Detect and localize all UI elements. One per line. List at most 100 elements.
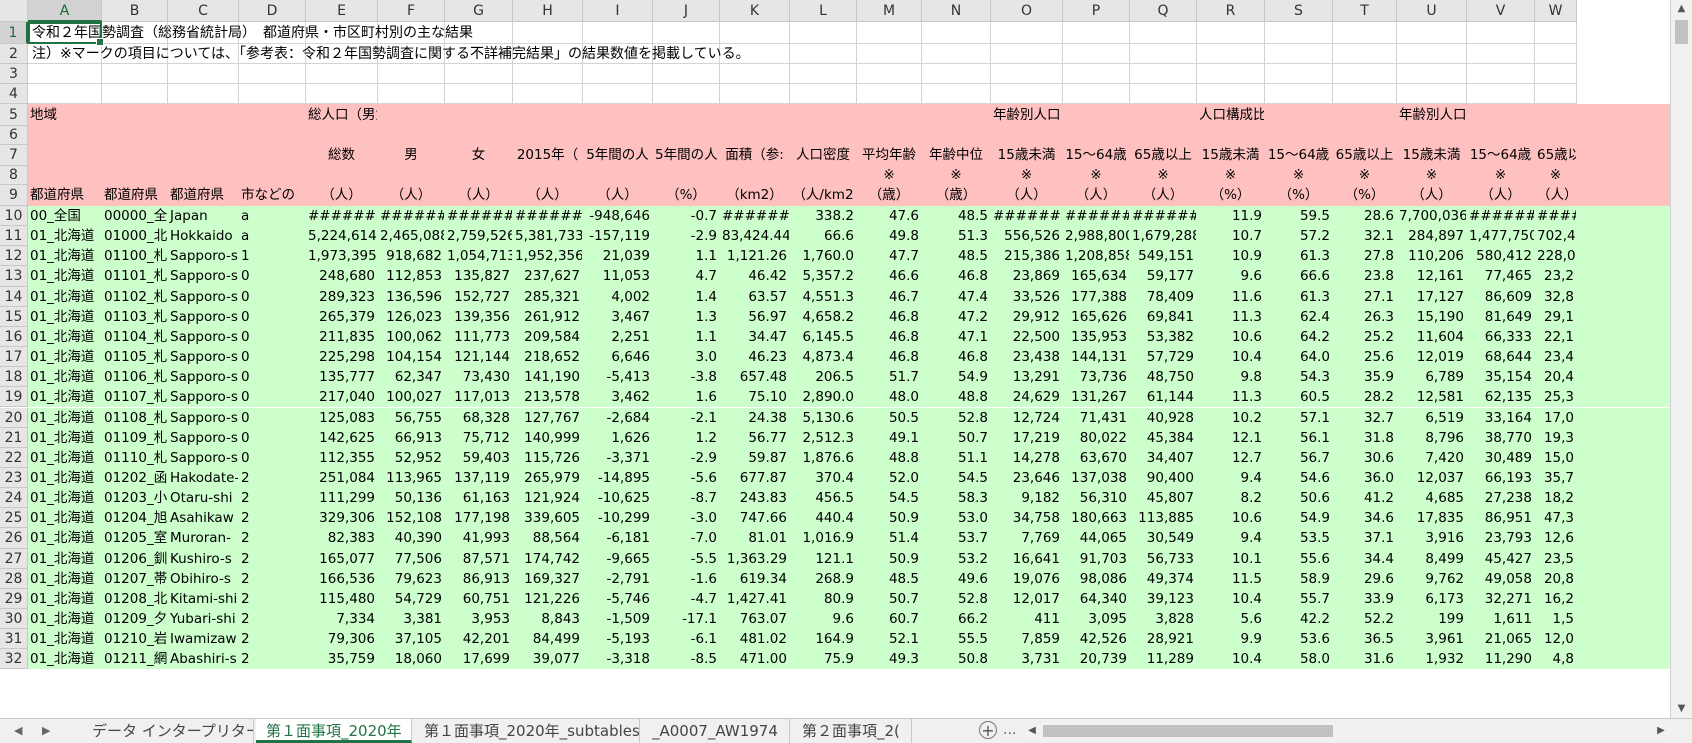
- cell-c28[interactable]: Obihiro-s: [168, 569, 239, 589]
- cell-h6[interactable]: [513, 126, 583, 145]
- cell-e24[interactable]: 111,299: [306, 488, 378, 508]
- cell-q5[interactable]: [1130, 104, 1197, 126]
- cell-q1[interactable]: [1130, 22, 1197, 44]
- cell-k14[interactable]: 63.57: [720, 287, 790, 307]
- cell-h9[interactable]: （人）: [513, 185, 583, 206]
- cell-n2[interactable]: [922, 44, 991, 64]
- row-header-18[interactable]: 18: [0, 367, 28, 388]
- cell-b4[interactable]: [102, 84, 168, 104]
- cell-l15[interactable]: 4,658.2: [790, 307, 857, 327]
- cell-t5[interactable]: [1333, 104, 1397, 126]
- cell-b13[interactable]: 01101_札: [102, 266, 168, 286]
- cell-n28[interactable]: 49.6: [922, 569, 991, 589]
- cell-l22[interactable]: 1,876.6: [790, 448, 857, 468]
- cell-r5[interactable]: 人口構成比［年齢別］（男女: [1197, 104, 1265, 126]
- cell-c5[interactable]: [168, 104, 239, 126]
- cell-j13[interactable]: 4.7: [653, 266, 720, 286]
- cell-f28[interactable]: 79,623: [378, 569, 445, 589]
- cell-w3[interactable]: [1535, 64, 1577, 84]
- cell-e21[interactable]: 142,625: [306, 428, 378, 448]
- cell-d32[interactable]: 2: [239, 649, 306, 669]
- cell-b26[interactable]: 01205_室: [102, 528, 168, 548]
- cell-p1[interactable]: [1063, 22, 1130, 44]
- cell-a3[interactable]: [28, 64, 102, 84]
- cell-v29[interactable]: 32,271: [1467, 589, 1535, 609]
- cell-j27[interactable]: -5.5: [653, 549, 720, 569]
- sheet-tab-3[interactable]: 第１面事項_2020年_subtables: [414, 719, 640, 743]
- cell-n8[interactable]: ※: [922, 166, 991, 185]
- cell-e20[interactable]: 125,083: [306, 408, 378, 428]
- cell-k19[interactable]: 75.10: [720, 387, 790, 407]
- cell-t22[interactable]: 30.6: [1333, 448, 1397, 468]
- cell-q4[interactable]: [1130, 84, 1197, 104]
- cell-a11[interactable]: 01_北海道: [28, 226, 102, 246]
- cell-q26[interactable]: 30,549: [1130, 528, 1197, 548]
- cell-v21[interactable]: 38,770: [1467, 428, 1535, 448]
- cell-s26[interactable]: 53.5: [1265, 528, 1333, 548]
- cell-j6[interactable]: [653, 126, 720, 145]
- row-header-17[interactable]: 17: [0, 347, 28, 368]
- cell-f27[interactable]: 77,506: [378, 549, 445, 569]
- cell-u17[interactable]: 12,019: [1397, 347, 1467, 367]
- cell-q31[interactable]: 28,921: [1130, 629, 1197, 649]
- cell-d10[interactable]: a: [239, 206, 306, 226]
- cell-t32[interactable]: 31.6: [1333, 649, 1397, 669]
- cell-k31[interactable]: 481.02: [720, 629, 790, 649]
- row-header-2[interactable]: 2: [0, 44, 28, 64]
- cell-t26[interactable]: 37.1: [1333, 528, 1397, 548]
- column-header-g[interactable]: G: [445, 0, 513, 22]
- cell-o32[interactable]: 3,731: [991, 649, 1063, 669]
- cell-v20[interactable]: 33,164: [1467, 408, 1535, 428]
- cell-v11[interactable]: 1,477,750: [1467, 226, 1535, 246]
- cell-e15[interactable]: 265,379: [306, 307, 378, 327]
- cell-q12[interactable]: 549,151: [1130, 246, 1197, 266]
- cell-b8[interactable]: [102, 166, 168, 185]
- cell-c24[interactable]: Otaru-shi: [168, 488, 239, 508]
- cell-l29[interactable]: 80.9: [790, 589, 857, 609]
- column-header-m[interactable]: M: [857, 0, 922, 22]
- column-header-e[interactable]: E: [306, 0, 378, 22]
- vertical-scrollbar[interactable]: ▲ ▼: [1670, 0, 1692, 718]
- cell-t17[interactable]: 25.6: [1333, 347, 1397, 367]
- cell-r32[interactable]: 10.4: [1197, 649, 1265, 669]
- cell-g23[interactable]: 137,119: [445, 468, 513, 488]
- cell-u14[interactable]: 17,127: [1397, 287, 1467, 307]
- cell-a19[interactable]: 01_北海道: [28, 387, 102, 407]
- cell-l24[interactable]: 456.5: [790, 488, 857, 508]
- cell-j25[interactable]: -3.0: [653, 508, 720, 528]
- cell-l1[interactable]: [790, 22, 857, 44]
- cell-r30[interactable]: 5.6: [1197, 609, 1265, 629]
- cell-w27[interactable]: 23,5: [1535, 549, 1577, 569]
- cell-b20[interactable]: 01108_札: [102, 408, 168, 428]
- cell-d26[interactable]: 2: [239, 528, 306, 548]
- cell-s6[interactable]: [1265, 126, 1333, 145]
- cell-i32[interactable]: -3,318: [583, 649, 653, 669]
- cell-r8[interactable]: ※: [1197, 166, 1265, 185]
- cell-l32[interactable]: 75.9: [790, 649, 857, 669]
- cell-a32[interactable]: 01_北海道: [28, 649, 102, 669]
- cell-e22[interactable]: 112,355: [306, 448, 378, 468]
- cell-t14[interactable]: 27.1: [1333, 287, 1397, 307]
- cell-l16[interactable]: 6,145.5: [790, 327, 857, 347]
- cell-p28[interactable]: 98,086: [1063, 569, 1130, 589]
- cell-t23[interactable]: 36.0: [1333, 468, 1397, 488]
- cell-n25[interactable]: 53.0: [922, 508, 991, 528]
- cell-p7[interactable]: 15～64歳: [1063, 145, 1130, 166]
- cell-n17[interactable]: 46.8: [922, 347, 991, 367]
- cell-w1[interactable]: [1535, 22, 1577, 44]
- cell-h14[interactable]: 285,321: [513, 287, 583, 307]
- cell-n6[interactable]: [922, 126, 991, 145]
- cell-p8[interactable]: ※: [1063, 166, 1130, 185]
- cell-w22[interactable]: 15,0: [1535, 448, 1577, 468]
- cell-l3[interactable]: [790, 64, 857, 84]
- cell-t29[interactable]: 33.9: [1333, 589, 1397, 609]
- cell-p17[interactable]: 144,131: [1063, 347, 1130, 367]
- cell-h23[interactable]: 265,979: [513, 468, 583, 488]
- cell-m32[interactable]: 49.3: [857, 649, 922, 669]
- cell-o17[interactable]: 23,438: [991, 347, 1063, 367]
- cell-k13[interactable]: 46.42: [720, 266, 790, 286]
- cell-k4[interactable]: [720, 84, 790, 104]
- cell-r4[interactable]: [1197, 84, 1265, 104]
- cell-n32[interactable]: 50.8: [922, 649, 991, 669]
- cell-l21[interactable]: 2,512.3: [790, 428, 857, 448]
